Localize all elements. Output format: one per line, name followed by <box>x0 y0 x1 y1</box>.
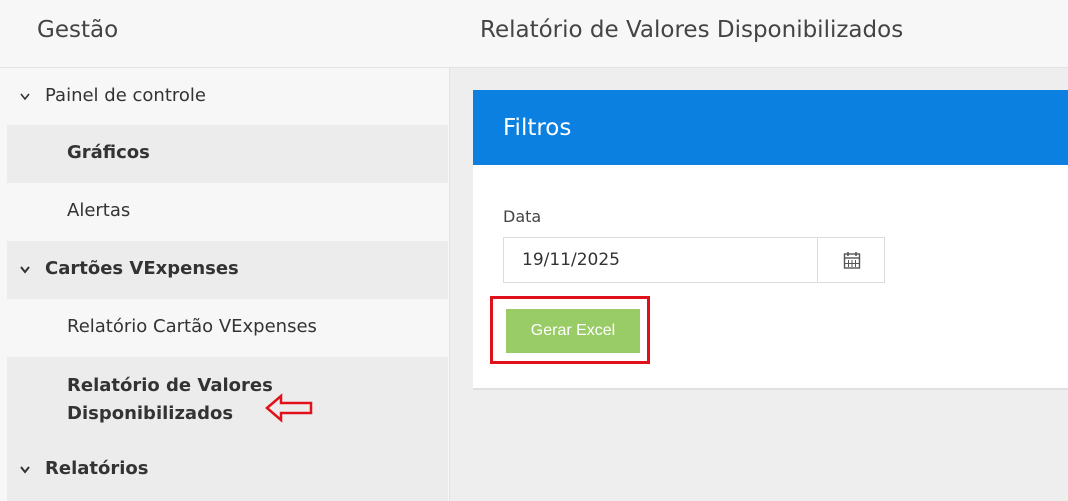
sidebar-group-cartoes[interactable]: Cartões VExpenses <box>7 241 448 299</box>
sidebar-item-relatorio-cartao[interactable]: Relatório Cartão VExpenses <box>7 299 448 357</box>
sidebar-item-label-line2: Disponibilizados <box>67 403 234 424</box>
sidebar-item-label: Gráficos <box>67 142 150 163</box>
sidebar-item-label-line1: Relatório de Valores <box>67 375 273 396</box>
app-brand: Gestão <box>37 17 119 43</box>
chevron-down-icon <box>19 82 35 116</box>
chevron-down-icon <box>19 455 35 489</box>
excel-highlight-box: Gerar Excel <box>490 296 650 364</box>
gerar-excel-button[interactable]: Gerar Excel <box>506 309 640 353</box>
page-title: Relatório de Valores Disponibilizados <box>480 17 904 43</box>
calendar-icon <box>843 252 861 269</box>
date-field[interactable]: 19/11/2025 <box>503 237 818 283</box>
filters-panel: Filtros Data 19/11/2025 Gerar Excel <box>473 90 1068 390</box>
arrow-left-icon <box>265 393 313 423</box>
sidebar-item-label: Alertas <box>67 200 131 221</box>
sidebar-item-label: Relatório Cartão VExpenses <box>67 316 317 337</box>
sidebar: Painel de controle Gráficos Alertas Cart… <box>0 68 450 501</box>
main-content: Filtros Data 19/11/2025 Gerar Excel <box>450 68 1068 501</box>
sidebar-group-label: Painel de controle <box>45 85 206 106</box>
filters-panel-header: Filtros <box>473 90 1068 165</box>
sidebar-group-label: Cartões VExpenses <box>45 258 239 279</box>
calendar-button[interactable] <box>817 237 885 283</box>
sidebar-item-label: Relatório de Valores Disponibilizados <box>67 372 273 428</box>
sidebar-item-alertas[interactable]: Alertas <box>7 183 448 241</box>
sidebar-item-relatorio-valores[interactable]: Relatório de Valores Disponibilizados <box>7 357 448 441</box>
sidebar-group-painel[interactable]: Painel de controle <box>7 82 448 112</box>
filters-title: Filtros <box>503 115 572 141</box>
sidebar-group-relatorios[interactable]: Relatórios <box>7 441 448 501</box>
chevron-down-icon <box>19 255 35 289</box>
sidebar-item-graficos[interactable]: Gráficos <box>7 125 448 183</box>
sidebar-group-label: Relatórios <box>45 458 149 479</box>
top-bar: Gestão Relatório de Valores Disponibiliz… <box>0 0 1068 68</box>
date-label: Data <box>503 207 542 226</box>
